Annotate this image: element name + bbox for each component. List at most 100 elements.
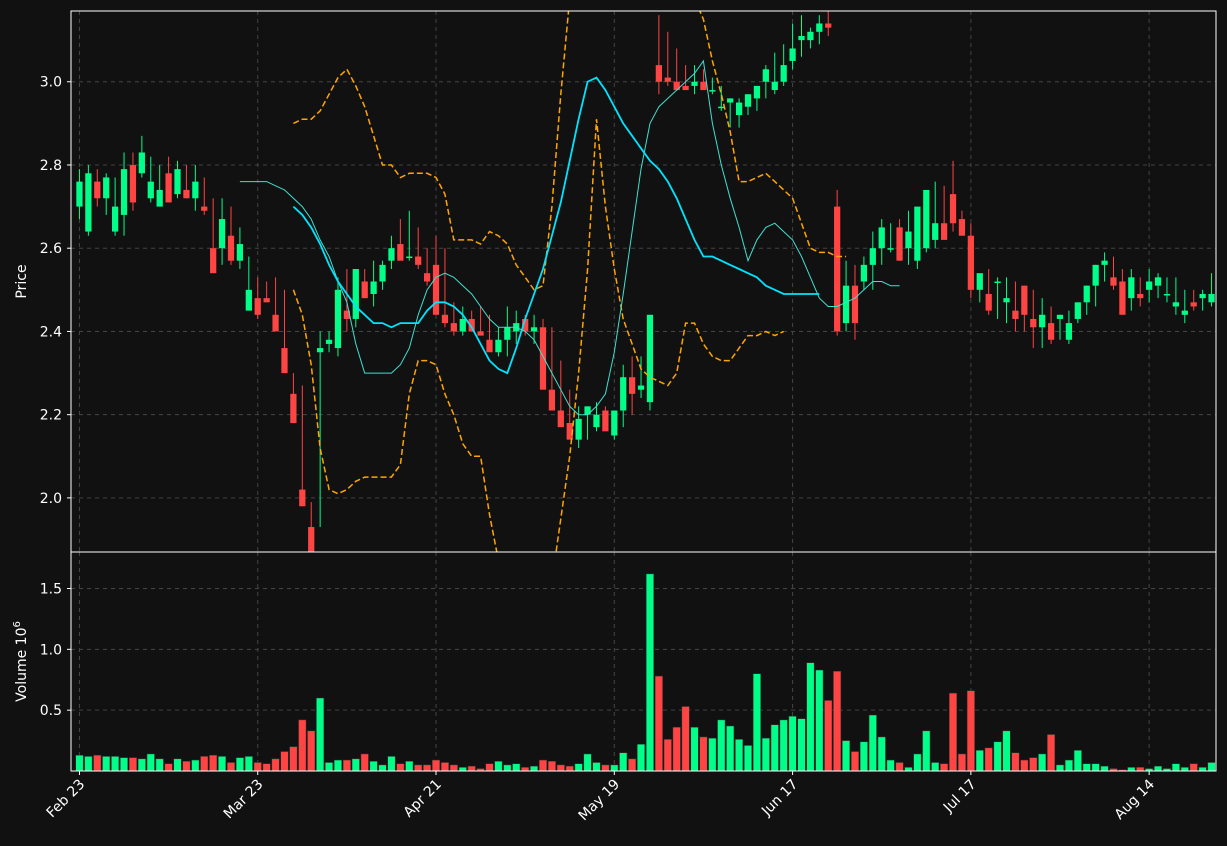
candle-body-20 bbox=[254, 298, 261, 315]
price-ytick-label-2: 2.4 bbox=[40, 324, 62, 340]
volume-bar-76 bbox=[752, 673, 761, 771]
candle-body-83 bbox=[816, 23, 823, 32]
candle-body-21 bbox=[263, 298, 270, 303]
volume-bar-101 bbox=[975, 750, 984, 771]
candle-body-8 bbox=[147, 181, 154, 199]
volume-bar-97 bbox=[940, 763, 949, 771]
volume-bar-38 bbox=[414, 764, 423, 771]
candle-body-18 bbox=[236, 244, 244, 261]
volume-bar-113 bbox=[1082, 763, 1091, 771]
candle-body-73 bbox=[727, 98, 734, 103]
price-ytick-label-3: 2.6 bbox=[40, 241, 62, 257]
candle-body-3 bbox=[103, 177, 110, 199]
candle-body-93 bbox=[905, 231, 912, 249]
candle-body-16 bbox=[218, 219, 226, 249]
candle-body-84 bbox=[825, 23, 832, 28]
volume-bar-7 bbox=[137, 758, 146, 771]
volume-bar-124 bbox=[1180, 767, 1189, 771]
candle-body-97 bbox=[941, 223, 948, 240]
candle-body-117 bbox=[1119, 281, 1126, 315]
volume-bar-88 bbox=[859, 741, 868, 771]
volume-bar-91 bbox=[886, 759, 895, 771]
volume-bar-54 bbox=[556, 764, 565, 771]
volume-bar-30 bbox=[342, 759, 351, 771]
candle-body-74 bbox=[735, 102, 743, 116]
candle-body-92 bbox=[896, 227, 903, 261]
candle-body-86 bbox=[842, 285, 850, 324]
volume-bar-9 bbox=[155, 758, 164, 771]
volume-bar-93 bbox=[904, 767, 913, 771]
volume-bar-92 bbox=[895, 762, 904, 771]
volume-bar-73 bbox=[726, 725, 735, 771]
volume-bar-112 bbox=[1073, 750, 1082, 771]
candle-body-22 bbox=[272, 314, 279, 332]
candle-body-108 bbox=[1039, 314, 1046, 328]
candle-body-123 bbox=[1172, 302, 1180, 307]
candle-body-95 bbox=[923, 189, 930, 249]
volume-bar-29 bbox=[333, 759, 342, 771]
price-ytick-label-4: 2.8 bbox=[40, 158, 62, 174]
volume-bar-110 bbox=[1056, 764, 1064, 771]
volume-bar-2 bbox=[93, 754, 102, 771]
candle-body-58 bbox=[593, 414, 600, 428]
volume-bar-125 bbox=[1189, 763, 1198, 771]
candle-body-79 bbox=[780, 65, 787, 82]
candle-body-89 bbox=[869, 248, 876, 265]
price-ytick-label-5: 3.0 bbox=[40, 75, 62, 91]
volume-bar-96 bbox=[931, 762, 940, 771]
stock-chart: 2.0 2.2 2.4 2.6 2.8 3.0 0.5 1.0 1.5 Feb 23 Mar 23 A… bbox=[0, 0, 1227, 842]
candle-body-65 bbox=[655, 65, 662, 82]
volume-bar-32 bbox=[360, 753, 369, 771]
price-ytick-label-0: 2.0 bbox=[40, 491, 62, 507]
candle-body-62 bbox=[629, 377, 636, 394]
volume-bar-35 bbox=[387, 756, 396, 771]
volume-axis-label-exponent: 6 bbox=[12, 621, 23, 627]
volume-bar-24 bbox=[289, 746, 298, 771]
candle-body-64 bbox=[646, 314, 654, 403]
volume-bar-87 bbox=[850, 751, 859, 771]
candle-body-39 bbox=[423, 273, 431, 282]
volume-bar-21 bbox=[262, 763, 271, 771]
candle-body-114 bbox=[1092, 264, 1099, 286]
volume-bar-102 bbox=[984, 747, 993, 771]
volume-bar-85 bbox=[833, 670, 842, 771]
volume-bar-0 bbox=[75, 754, 84, 771]
candle-body-125 bbox=[1190, 302, 1197, 307]
candle-body-59 bbox=[602, 410, 609, 432]
volume-bar-15 bbox=[209, 754, 218, 771]
candle-body-78 bbox=[771, 81, 778, 91]
volume-bar-71 bbox=[708, 737, 717, 771]
candle-body-107 bbox=[1030, 318, 1037, 328]
volume-bar-64 bbox=[645, 573, 654, 771]
candle-body-77 bbox=[762, 69, 769, 82]
candle-body-115 bbox=[1101, 260, 1108, 265]
candle-body-0 bbox=[76, 181, 83, 207]
volume-ytick-label-0: 0.5 bbox=[40, 703, 62, 719]
candle-body-53 bbox=[548, 389, 556, 411]
candle-body-126 bbox=[1199, 293, 1206, 299]
volume-bar-66 bbox=[663, 739, 672, 771]
candle-body-119 bbox=[1137, 293, 1144, 299]
volume-bar-60 bbox=[610, 764, 619, 771]
volume-bar-8 bbox=[146, 753, 155, 771]
candle-body-15 bbox=[210, 248, 217, 274]
volume-bar-46 bbox=[485, 763, 494, 771]
candle-body-96 bbox=[932, 223, 939, 240]
volume-bar-98 bbox=[949, 692, 958, 771]
candle-body-31 bbox=[352, 269, 359, 319]
candle-body-24 bbox=[290, 393, 297, 423]
volume-bar-44 bbox=[467, 765, 476, 771]
candle-body-120 bbox=[1146, 281, 1153, 290]
candle-body-19 bbox=[245, 289, 252, 311]
candle-body-26 bbox=[308, 527, 315, 552]
candle-body-71 bbox=[709, 90, 716, 92]
candle-body-33 bbox=[370, 281, 377, 294]
volume-bar-10 bbox=[164, 763, 173, 771]
candle-body-4 bbox=[111, 206, 119, 232]
volume-bar-123 bbox=[1171, 763, 1180, 771]
candle-body-124 bbox=[1181, 310, 1188, 315]
candle-body-54 bbox=[557, 410, 564, 428]
volume-bar-83 bbox=[815, 669, 824, 771]
candle-body-52 bbox=[539, 327, 547, 390]
volume-bar-119 bbox=[1136, 767, 1145, 771]
